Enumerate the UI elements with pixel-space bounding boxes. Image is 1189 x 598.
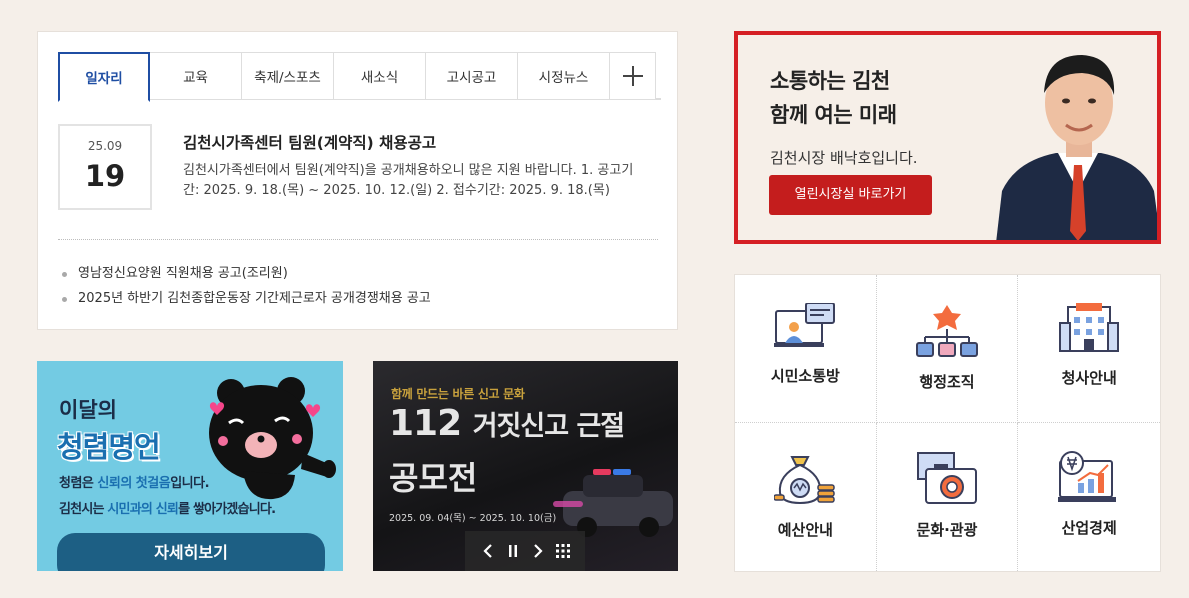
mayor-slogan-line1: 소통하는 김천	[770, 69, 890, 93]
quick-menu-citizen-communication[interactable]: 시민소통방	[735, 275, 877, 423]
economy-chart-icon	[1058, 451, 1117, 502]
featured-year-month: 25.09	[87, 139, 123, 153]
integrity-text: 를 쌓아가겠습니다.	[178, 502, 276, 517]
contest-eyebrow: 함께 만드는 바른 신고 문화	[391, 387, 525, 401]
details-button[interactable]: 자세히보기	[57, 533, 325, 571]
tab-city-news[interactable]: 시정뉴스	[518, 52, 610, 100]
quick-menu-label: 시민소통방	[770, 367, 840, 385]
police-car-icon	[553, 469, 673, 537]
citizen-communication-icon	[774, 303, 836, 347]
open-mayor-office-button[interactable]: 열린시장실 바로가기	[769, 175, 932, 215]
money-bag-icon	[774, 456, 836, 505]
integrity-banner-subtitle: 이달의	[59, 398, 117, 422]
integrity-text: 청렴은	[59, 476, 98, 491]
news-panel: 일자리 교육 축제/스포츠 새소식 고시공고 시정뉴스 25.09 19 김천시…	[37, 31, 678, 330]
integrity-highlight: 시민과의 신뢰	[107, 502, 179, 517]
org-chart-icon	[915, 305, 978, 357]
contest-title-text: 거짓신고 근절	[472, 411, 625, 442]
prev-button[interactable]	[478, 541, 498, 561]
divider	[58, 239, 658, 240]
quick-menu-organization[interactable]: 행정조직	[876, 275, 1019, 423]
pause-button[interactable]	[503, 541, 523, 561]
news-tabs: 일자리 교육 축제/스포츠 새소식 고시공고 시정뉴스	[58, 52, 661, 102]
pause-icon	[508, 545, 517, 557]
mayor-box: 소통하는 김천 함께 여는 미래 김천시장 배낙호입니다. 열린시장실 바로가기	[734, 31, 1161, 244]
grid-icon	[555, 544, 570, 558]
tab-notices[interactable]: 고시공고	[426, 52, 518, 100]
false-report-contest-banner[interactable]: 함께 만드는 바른 신고 문화 112 거짓신고 근절 공모전 2025. 09…	[373, 361, 678, 571]
more-button[interactable]	[610, 52, 656, 100]
bear-mascot-icon	[209, 377, 336, 500]
next-button[interactable]	[528, 541, 548, 561]
quick-menu-label: 예산안내	[777, 521, 833, 539]
quick-menu-city-hall[interactable]: 청사안내	[1018, 275, 1160, 423]
integrity-banner-line1: 청렴은 신뢰의 첫걸음입니다.	[59, 472, 210, 491]
view-all-button[interactable]	[553, 541, 573, 561]
tab-jobs[interactable]: 일자리	[58, 52, 150, 102]
quick-menu-label: 행정조직	[919, 373, 975, 391]
contest-title-line2: 공모전	[389, 459, 478, 497]
slider-controls	[465, 531, 585, 571]
integrity-highlight: 신뢰의 첫걸음	[97, 476, 171, 491]
quick-menu-budget[interactable]: 예산안내	[735, 423, 877, 571]
featured-date: 25.09 19	[58, 124, 152, 210]
integrity-banner[interactable]: 이달의 청렴명언 청렴은 신뢰의 첫걸음입니다. 김천시는 시민과의 신뢰를 쌓…	[37, 361, 343, 571]
camera-icon	[916, 452, 977, 504]
prev-icon	[482, 544, 492, 558]
news-list-item[interactable]: 2025년 하반기 김천종합운동장 기간제근로자 공개경쟁채용 공고	[62, 286, 431, 311]
contest-title-number: 112	[389, 403, 462, 444]
integrity-banner-title: 청렴명언	[57, 430, 161, 464]
tab-news[interactable]: 새소식	[334, 52, 426, 100]
quick-menu-label: 청사안내	[1061, 369, 1117, 387]
quick-menu-industry-economy[interactable]: 산업경제	[1018, 423, 1160, 571]
tab-festival-sports[interactable]: 축제/스포츠	[242, 52, 334, 100]
plus-icon	[622, 66, 643, 86]
building-icon	[1059, 303, 1120, 352]
quick-menu: 시민소통방 행정조직 청사안내 예산안내 문화·관광 산업경제	[734, 274, 1161, 572]
featured-description: 김천시가족센터에서 팀원(계약직)을 공개채용하오니 많은 지원 바랍니다. 1…	[183, 163, 634, 198]
tab-education[interactable]: 교육	[150, 52, 242, 100]
mayor-slogan-line2: 함께 여는 미래	[770, 103, 897, 127]
mayor-portrait	[996, 55, 1157, 240]
contest-title: 112 거짓신고 근절	[389, 403, 625, 444]
news-list-item[interactable]: 영남정신요양원 직원채용 공고(조리원)	[62, 261, 431, 286]
news-list: 영남정신요양원 직원채용 공고(조리원) 2025년 하반기 김천종합운동장 기…	[62, 261, 431, 311]
integrity-text: 김천시는	[59, 502, 108, 517]
featured-day: 19	[84, 159, 126, 193]
quick-menu-culture-tourism[interactable]: 문화·관광	[877, 423, 1019, 571]
contest-period: 2025. 09. 04(목) ~ 2025. 10. 10(금)	[389, 513, 557, 524]
featured-title-link[interactable]: 김천시가족센터 팀원(계약직) 채용공고	[183, 131, 436, 153]
mayor-intro: 김천시장 배낙호입니다.	[770, 149, 918, 167]
next-icon	[533, 544, 543, 558]
quick-menu-label: 문화·관광	[916, 521, 978, 539]
quick-menu-label: 산업경제	[1061, 519, 1117, 537]
